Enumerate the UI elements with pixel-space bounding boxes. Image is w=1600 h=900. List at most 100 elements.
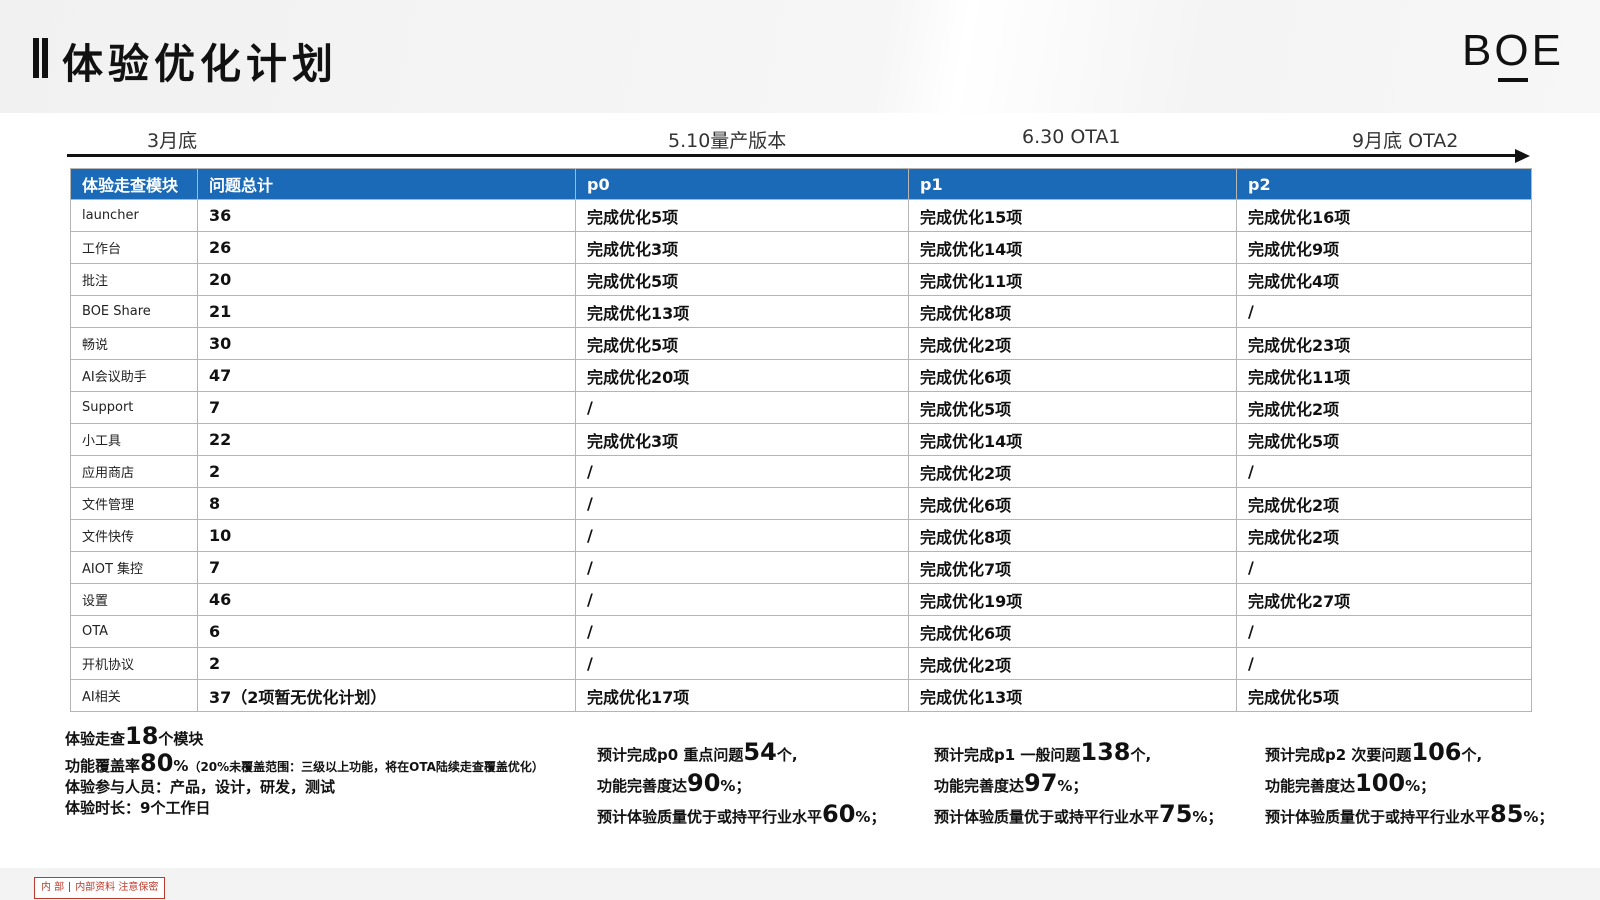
cell-p0: / [575, 551, 909, 584]
cell-p2: 完成优化2项 [1236, 519, 1532, 552]
cell-p2: 完成优化11项 [1236, 359, 1532, 392]
cell-p0: 完成优化13项 [575, 295, 909, 328]
cell-p1: 完成优化2项 [908, 327, 1237, 360]
table-row: 文件快传 10/完成优化8项 完成优化2项 [70, 519, 1532, 552]
cell-p2: 完成优化5项 [1236, 423, 1532, 456]
cell-total: 8 [197, 487, 576, 520]
table-header-row: 体验走查模块 问题总计 p0 p1 p2 [70, 168, 1532, 200]
optimization-plan-table: 体验走查模块 问题总计 p0 p1 p2 launcher 36 完成优化5项 完成优… [70, 168, 1532, 712]
cell-p0: / [575, 615, 909, 648]
cell-module: OTA [70, 615, 198, 648]
table-row: 应用商店 2/完成优化2项 / [70, 455, 1532, 488]
cell-p1: 完成优化13项 [908, 679, 1237, 712]
cell-p1: 完成优化5项 [908, 391, 1237, 424]
cell-total: 7 [197, 551, 576, 584]
cell-p1: 完成优化6项 [908, 359, 1237, 392]
cell-p0: / [575, 391, 909, 424]
cell-total: 21 [197, 295, 576, 328]
column-header-p1: p1 [908, 168, 1237, 200]
timeline-label-ota2: 9月底 OTA2 [1352, 130, 1459, 152]
summary-participants: 体验参与人员：产品，设计，研发，测试 [65, 778, 336, 796]
cell-p2: 完成优化23项 [1236, 327, 1532, 360]
cell-module: launcher [70, 199, 198, 232]
summary-modules: 体验走查18个模块 [65, 722, 204, 750]
cell-p2: 完成优化2项 [1236, 487, 1532, 520]
cell-p2: / [1236, 295, 1532, 328]
cell-p2: / [1236, 615, 1532, 648]
column-header-p2: p2 [1236, 168, 1532, 200]
cell-p2: / [1236, 551, 1532, 584]
page-title: 体验优化计划 [62, 40, 338, 88]
cell-p0: 完成优化3项 [575, 423, 909, 456]
cell-module: Support [70, 391, 198, 424]
cell-p1: 完成优化6项 [908, 615, 1237, 648]
cell-p0: 完成优化17项 [575, 679, 909, 712]
title-marker-icon [33, 38, 49, 78]
cell-p2: 完成优化9项 [1236, 231, 1532, 264]
cell-p1: 完成优化15项 [908, 199, 1237, 232]
cell-p0: 完成优化5项 [575, 263, 909, 296]
cell-p2: 完成优化2项 [1236, 391, 1532, 424]
column-header-p0: p0 [575, 168, 909, 200]
column-header-module: 体验走查模块 [70, 168, 198, 200]
cell-total: 26 [197, 231, 576, 264]
table-row: 开机协议 2/完成优化2项 / [70, 647, 1532, 680]
cell-p1: 完成优化7项 [908, 551, 1237, 584]
cell-p1: 完成优化8项 [908, 295, 1237, 328]
cell-p2: 完成优化4项 [1236, 263, 1532, 296]
cell-p2: 完成优化27项 [1236, 583, 1532, 616]
cell-p0: / [575, 487, 909, 520]
cell-total: 10 [197, 519, 576, 552]
footer-band [0, 868, 1600, 900]
table-row: AI相关 37（2项暂无优化计划） 完成优化17项 完成优化13项 完成优化5项 [70, 679, 1532, 712]
table-row: 文件管理 8/完成优化6项 完成优化2项 [70, 487, 1532, 520]
timeline-arrow-icon [1515, 149, 1530, 163]
cell-p0: 完成优化20项 [575, 359, 909, 392]
timeline-label-ota1: 6.30 OTA1 [1022, 126, 1121, 148]
table-row: 工作台 26 完成优化3项 完成优化14项 完成优化9项 [70, 231, 1532, 264]
summary-p0: 预计完成p0 重点问题54个, 功能完善度达90%； 预计体验质量优于或持平行业… [597, 738, 886, 828]
cell-module: 工作台 [70, 231, 198, 264]
timeline-label-march: 3月底 [147, 130, 198, 152]
cell-p1: 完成优化6项 [908, 487, 1237, 520]
cell-p1: 完成优化14项 [908, 423, 1237, 456]
cell-module: 文件快传 [70, 519, 198, 552]
cell-total: 30 [197, 327, 576, 360]
table-row: 小工具 22 完成优化3项 完成优化14项 完成优化5项 [70, 423, 1532, 456]
cell-total: 47 [197, 359, 576, 392]
table-row: BOE Share 21 完成优化13项 完成优化8项 / [70, 295, 1532, 328]
boe-logo: BOE [1462, 26, 1564, 82]
cell-p0: / [575, 647, 909, 680]
cell-p1: 完成优化11项 [908, 263, 1237, 296]
table-row: AI会议助手 47 完成优化20项 完成优化6项 完成优化11项 [70, 359, 1532, 392]
cell-total: 36 [197, 199, 576, 232]
cell-module: 设置 [70, 583, 198, 616]
cell-p2: 完成优化5项 [1236, 679, 1532, 712]
cell-module: AI相关 [70, 679, 198, 712]
table-row: AIOT 集控 7/完成优化7项 / [70, 551, 1532, 584]
table-row: launcher 36 完成优化5项 完成优化15项 完成优化16项 [70, 199, 1532, 232]
summary-overview: 体验走查18个模块 功能覆盖率80%（20%未覆盖范围：三级以上功能，将在OTA… [65, 722, 544, 818]
timeline-line [67, 154, 1517, 157]
cell-p0: 完成优化5项 [575, 199, 909, 232]
cell-module: 小工具 [70, 423, 198, 456]
cell-total: 46 [197, 583, 576, 616]
cell-total: 6 [197, 615, 576, 648]
confidential-stamp: 内 部内部资料 注意保密 [34, 877, 166, 899]
cell-total: 2 [197, 647, 576, 680]
cell-module: 文件管理 [70, 487, 198, 520]
timeline-label-mass-production: 5.10量产版本 [668, 130, 787, 152]
cell-p0: / [575, 583, 909, 616]
cell-module: AIOT 集控 [70, 551, 198, 584]
cell-module: 应用商店 [70, 455, 198, 488]
cell-p0: / [575, 519, 909, 552]
cell-module: 批注 [70, 263, 198, 296]
cell-p2: / [1236, 455, 1532, 488]
cell-module: AI会议助手 [70, 359, 198, 392]
cell-p0: 完成优化3项 [575, 231, 909, 264]
summary-p1: 预计完成p1 一般问题138个, 功能完善度达97%； 预计体验质量优于或持平行… [934, 738, 1223, 828]
cell-total: 20 [197, 263, 576, 296]
summary-coverage: 功能覆盖率80%（20%未覆盖范围：三级以上功能，将在OTA陆续走查覆盖优化） [65, 749, 544, 777]
summary-duration: 体验时长：9个工作日 [65, 799, 211, 817]
summary-p2: 预计完成p2 次要问题106个, 功能完善度达100%； 预计体验质量优于或持平… [1265, 738, 1554, 828]
